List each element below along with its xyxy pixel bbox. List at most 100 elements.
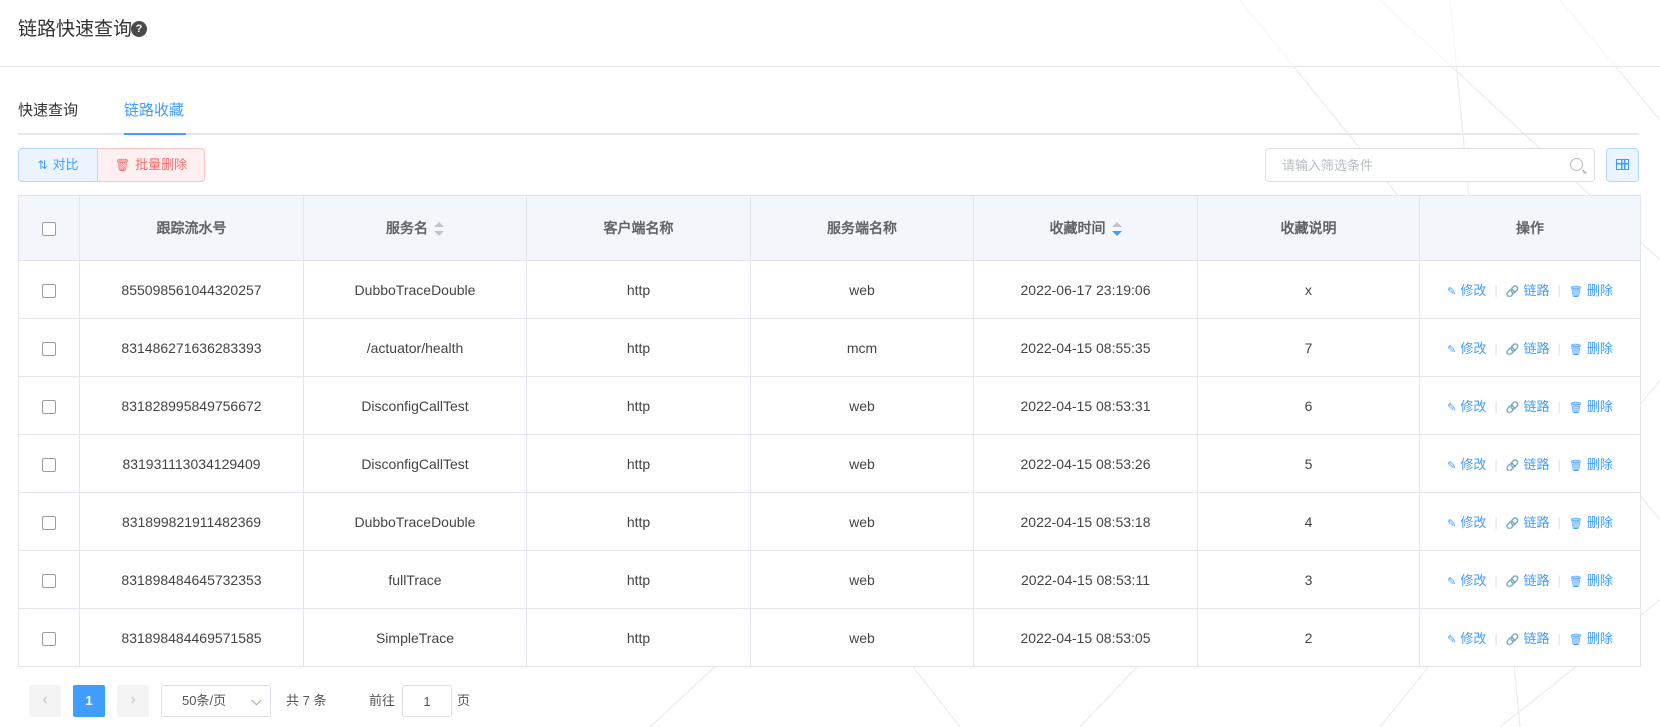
total-count: 共 7 条 bbox=[286, 693, 327, 708]
edit-link[interactable]: ✎ 修改 bbox=[1447, 338, 1486, 357]
favorites-table: 跟踪流水号 服务名 客户端名称 服务端名称 收藏时间 收藏说明 操作 85509… bbox=[18, 195, 1641, 667]
active-tab-indicator bbox=[124, 133, 186, 135]
favorite-note-cell: 3 bbox=[1197, 550, 1420, 609]
actions-cell: ✎ 修改 | 🔗 链路 | 🗑 删除 bbox=[1419, 376, 1641, 435]
delete-link[interactable]: 🗑 删除 bbox=[1569, 512, 1613, 531]
divider: | bbox=[1494, 457, 1498, 472]
trace-id-cell: 831898484469571585 bbox=[79, 608, 304, 667]
delete-link-label: 删除 bbox=[1586, 457, 1613, 472]
row-checkbox[interactable] bbox=[42, 283, 56, 298]
trace-link-label: 链路 bbox=[1523, 515, 1550, 530]
row-checkbox[interactable] bbox=[42, 399, 56, 414]
link-icon: 🔗 bbox=[1505, 460, 1520, 472]
search-icon[interactable] bbox=[1570, 158, 1583, 171]
favorite-note-cell: 7 bbox=[1197, 318, 1420, 377]
delete-link[interactable]: 🗑 删除 bbox=[1569, 570, 1613, 589]
table-grid-icon bbox=[1616, 159, 1629, 170]
row-select-cell bbox=[18, 376, 80, 435]
divider: | bbox=[1557, 515, 1561, 530]
service-name-cell: DisconfigCallTest bbox=[303, 434, 527, 493]
divider: | bbox=[1494, 573, 1498, 588]
client-name-cell: http bbox=[526, 318, 751, 377]
favorite-note-cell: 2 bbox=[1197, 608, 1420, 667]
service-name-cell: DubboTraceDouble bbox=[303, 492, 527, 551]
prev-page-button[interactable]: ‹ bbox=[29, 685, 61, 717]
client-name-cell: http bbox=[526, 434, 751, 493]
edit-link[interactable]: ✎ 修改 bbox=[1447, 570, 1486, 589]
trash-icon: 🗑 bbox=[1568, 286, 1583, 298]
column-header-sortable[interactable]: 服务名 bbox=[303, 195, 527, 261]
trace-link[interactable]: 🔗 链路 bbox=[1506, 570, 1550, 589]
favorite-time-cell: 2022-04-15 08:55:35 bbox=[973, 318, 1198, 377]
column-header: 收藏说明 bbox=[1197, 195, 1420, 261]
row-checkbox[interactable] bbox=[42, 573, 56, 588]
delete-link-label: 删除 bbox=[1586, 631, 1613, 646]
question-circle-icon[interactable]: ? bbox=[131, 21, 147, 37]
tab-quick-query[interactable]: 快速查询 bbox=[18, 100, 78, 133]
compare-button[interactable]: ⇅ 对比 bbox=[18, 148, 98, 182]
favorite-note-cell: x bbox=[1197, 260, 1420, 319]
goto-page-input[interactable] bbox=[402, 685, 452, 717]
trace-link[interactable]: 🔗 链路 bbox=[1506, 628, 1550, 647]
trash-icon: 🗑 bbox=[1568, 402, 1583, 414]
divider: | bbox=[1494, 631, 1498, 646]
column-settings-button[interactable] bbox=[1606, 148, 1639, 182]
trace-link[interactable]: 🔗 链路 bbox=[1506, 454, 1550, 473]
filter-input[interactable] bbox=[1266, 149, 1562, 181]
trash-icon: 🗑 bbox=[1568, 576, 1583, 588]
divider: | bbox=[1494, 341, 1498, 356]
sort-caret-icon[interactable] bbox=[434, 222, 444, 237]
server-name-cell: web bbox=[750, 550, 974, 609]
trace-link[interactable]: 🔗 链路 bbox=[1506, 396, 1550, 415]
favorite-time-cell: 2022-06-17 23:19:06 bbox=[973, 260, 1198, 319]
edit-icon: ✎ bbox=[1447, 460, 1457, 472]
page-size-select[interactable]: 50条/页 bbox=[161, 685, 271, 717]
favorite-time-cell: 2022-04-15 08:53:05 bbox=[973, 608, 1198, 667]
page-title: 链路快速查询 bbox=[18, 19, 133, 40]
delete-link[interactable]: 🗑 删除 bbox=[1569, 628, 1613, 647]
client-name-cell: http bbox=[526, 608, 751, 667]
edit-link[interactable]: ✎ 修改 bbox=[1447, 454, 1486, 473]
actions-cell: ✎ 修改 | 🔗 链路 | 🗑 删除 bbox=[1419, 550, 1641, 609]
edit-link[interactable]: ✎ 修改 bbox=[1447, 628, 1486, 647]
delete-link[interactable]: 🗑 删除 bbox=[1569, 454, 1613, 473]
trace-link[interactable]: 🔗 链路 bbox=[1506, 338, 1550, 357]
trace-id-cell: 831898484645732353 bbox=[79, 550, 304, 609]
trash-icon: 🗑 bbox=[1568, 344, 1583, 356]
tab-trace-favorites[interactable]: 链路收藏 bbox=[124, 100, 184, 133]
row-checkbox[interactable] bbox=[42, 515, 56, 530]
trace-link-label: 链路 bbox=[1523, 457, 1550, 472]
divider: | bbox=[1494, 399, 1498, 414]
divider: | bbox=[1557, 399, 1561, 414]
row-checkbox[interactable] bbox=[42, 457, 56, 472]
link-icon: 🔗 bbox=[1505, 634, 1520, 646]
edit-link[interactable]: ✎ 修改 bbox=[1447, 396, 1486, 415]
row-select-cell bbox=[18, 608, 80, 667]
divider: | bbox=[1557, 341, 1561, 356]
select-all-checkbox[interactable] bbox=[42, 222, 56, 237]
edit-link[interactable]: ✎ 修改 bbox=[1447, 512, 1486, 531]
page-number-current[interactable]: 1 bbox=[73, 685, 105, 717]
delete-link[interactable]: 🗑 删除 bbox=[1569, 280, 1613, 299]
table-row: 831898484645732353 fullTrace http web 2022-0… bbox=[18, 550, 1641, 609]
trace-link[interactable]: 🔗 链路 bbox=[1506, 280, 1550, 299]
row-checkbox[interactable] bbox=[42, 341, 56, 356]
table-header-row: 跟踪流水号 服务名 客户端名称 服务端名称 收藏时间 收藏说明 操作 bbox=[18, 195, 1641, 261]
sort-caret-icon[interactable] bbox=[1111, 222, 1122, 237]
client-name-cell: http bbox=[526, 376, 751, 435]
row-checkbox[interactable] bbox=[42, 631, 56, 646]
chevron-down-icon bbox=[251, 695, 262, 706]
trace-link-label: 链路 bbox=[1523, 341, 1550, 356]
divider: | bbox=[1494, 515, 1498, 530]
delete-link[interactable]: 🗑 删除 bbox=[1569, 396, 1613, 415]
delete-link[interactable]: 🗑 删除 bbox=[1569, 338, 1613, 357]
link-icon: 🔗 bbox=[1505, 402, 1520, 414]
server-name-cell: web bbox=[750, 608, 974, 667]
page-size-value: 50条/页 bbox=[182, 693, 227, 708]
trace-link[interactable]: 🔗 链路 bbox=[1506, 512, 1550, 531]
next-page-button[interactable]: › bbox=[117, 685, 149, 717]
batch-delete-button[interactable]: 🗑 批量删除 bbox=[97, 148, 205, 182]
column-header-sortable[interactable]: 收藏时间 bbox=[973, 195, 1198, 261]
edit-link[interactable]: ✎ 修改 bbox=[1447, 280, 1486, 299]
server-name-cell: mcm bbox=[750, 318, 974, 377]
